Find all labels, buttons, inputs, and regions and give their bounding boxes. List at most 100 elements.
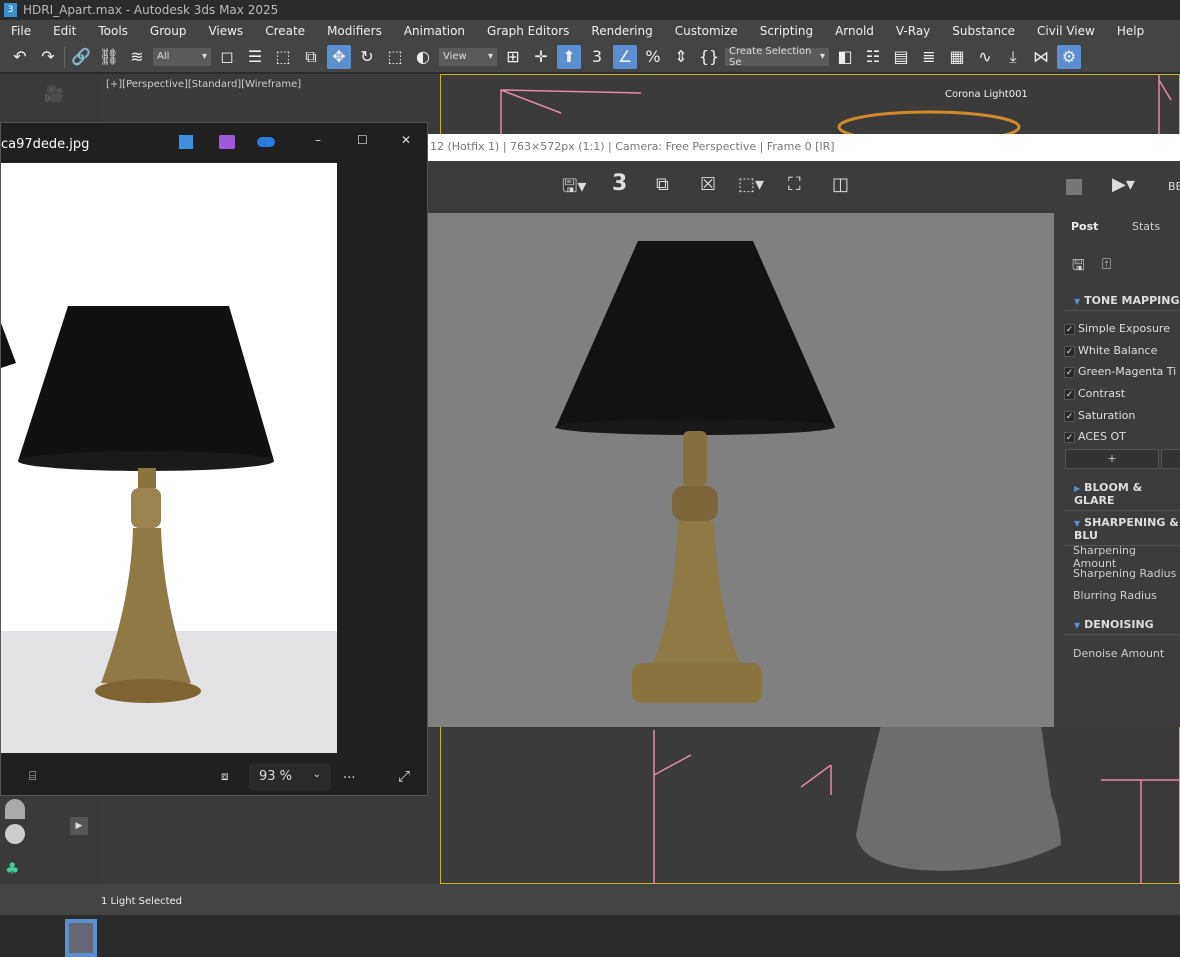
operator-simple-exposure[interactable]: ✓ Simple Exposure bbox=[1064, 322, 1170, 335]
load-preset-icon[interactable]: ⍐ bbox=[1102, 255, 1111, 273]
operator-white-balance[interactable]: ✓ White Balance bbox=[1064, 344, 1157, 357]
tab-post[interactable]: Post bbox=[1071, 220, 1098, 233]
mirror-icon[interactable]: ◧ bbox=[833, 45, 857, 69]
status-bar: 1 Light Selected bbox=[0, 884, 1180, 915]
layer-explorer-icon[interactable]: ≣ bbox=[917, 45, 941, 69]
scale-icon[interactable]: ⬚ bbox=[383, 45, 407, 69]
unlink-icon[interactable]: ⛓ bbox=[97, 45, 121, 69]
operator-contrast[interactable]: ✓ Contrast bbox=[1064, 387, 1125, 400]
menu-v-ray[interactable]: V-Ray bbox=[885, 24, 941, 38]
menu-group[interactable]: Group bbox=[139, 24, 198, 38]
spinner-snap-icon[interactable]: ⇕ bbox=[669, 45, 693, 69]
more-button[interactable]: ... bbox=[343, 767, 355, 782]
save-preset-icon[interactable]: 🖫 bbox=[1072, 255, 1085, 280]
select-object-icon[interactable]: ◻ bbox=[215, 45, 239, 69]
clear-icon[interactable]: ☒ bbox=[700, 174, 716, 195]
select-by-name-icon[interactable]: ☰ bbox=[243, 45, 267, 69]
pivot-center-icon[interactable]: ⊞ bbox=[501, 45, 525, 69]
schematic-view-icon[interactable]: ⋈ bbox=[1029, 45, 1053, 69]
render-setup-icon[interactable]: ⚙ bbox=[1057, 44, 1081, 69]
dome-icon[interactable] bbox=[5, 799, 25, 819]
menu-help[interactable]: Help bbox=[1106, 24, 1155, 38]
trees-icon[interactable]: ♣ bbox=[5, 859, 19, 878]
channel-3-icon[interactable]: 3 bbox=[612, 171, 627, 196]
menu-create[interactable]: Create bbox=[254, 24, 316, 38]
focus-icon[interactable]: ⛶ bbox=[788, 174, 801, 195]
menu-rendering[interactable]: Rendering bbox=[580, 24, 663, 38]
add-operator-button[interactable]: + bbox=[1065, 449, 1159, 469]
minimize-button[interactable]: – bbox=[315, 133, 321, 147]
snap-toggle-icon[interactable]: 3 bbox=[585, 45, 609, 69]
remove-operator-button[interactable] bbox=[1161, 449, 1180, 469]
ribbon-icon[interactable]: ▦ bbox=[945, 45, 969, 69]
align-icon[interactable]: ☷ bbox=[861, 45, 885, 69]
operator-saturation[interactable]: ✓ Saturation bbox=[1064, 409, 1135, 422]
bind-space-warp-icon[interactable]: ≋ bbox=[125, 45, 149, 69]
angle-snap-icon[interactable]: ∠ bbox=[613, 44, 637, 69]
close-button[interactable]: ✕ bbox=[401, 133, 411, 147]
ocr-icon[interactable]: ⌸ bbox=[29, 769, 36, 784]
edit-named-selection-icon[interactable]: {} bbox=[697, 45, 721, 69]
fit-icon[interactable]: ⧈ bbox=[221, 769, 229, 784]
param-blurring-radius: Blurring Radius bbox=[1073, 589, 1157, 602]
rotate-icon[interactable]: ↻ bbox=[355, 45, 379, 69]
section-denoising[interactable]: ▼ DENOISING bbox=[1064, 616, 1180, 635]
viewport-thumbnail[interactable] bbox=[65, 919, 97, 957]
onedrive-icon[interactable] bbox=[257, 137, 275, 147]
post-panel: Post Stats 🖫 ⍐ ▼ TONE MAPPING ✓ Simple Exp… bbox=[1054, 213, 1180, 727]
menu-substance[interactable]: Substance bbox=[941, 24, 1026, 38]
operator-aces-ot[interactable]: ✓ ACES OT bbox=[1064, 430, 1126, 443]
undo-icon[interactable]: ↶ bbox=[8, 45, 32, 69]
menu-scripting[interactable]: Scripting bbox=[749, 24, 824, 38]
dope-sheet-icon[interactable]: ⤓ bbox=[1001, 45, 1025, 69]
compare-icon[interactable]: ◫ bbox=[832, 174, 849, 195]
stop-icon[interactable] bbox=[1066, 179, 1082, 195]
app-icon: 3 bbox=[4, 3, 17, 17]
maximize-button[interactable]: ☐ bbox=[357, 133, 368, 147]
section-bloom-glare[interactable]: ▶ BLOOM & GLARE bbox=[1064, 479, 1180, 511]
zoom-dropdown[interactable]: 93 % ⌄ bbox=[249, 763, 331, 791]
region-icon[interactable]: ⬚▾ bbox=[738, 174, 764, 195]
fullscreen-icon[interactable]: ⤢ bbox=[398, 767, 410, 785]
play-small-icon[interactable]: ▶ bbox=[70, 817, 88, 835]
menu-edit[interactable]: Edit bbox=[42, 24, 87, 38]
tab-stats[interactable]: Stats bbox=[1132, 220, 1160, 233]
zoom-value: 93 % bbox=[259, 769, 293, 784]
reference-coordinate-dropdown[interactable]: View ▾ bbox=[439, 47, 497, 66]
move-icon[interactable]: ✥ bbox=[327, 44, 351, 69]
rect-selection-icon[interactable]: ⬚ bbox=[271, 45, 295, 69]
title-bar: 3 HDRI_Apart.max - Autodesk 3ds Max 2025 bbox=[0, 0, 1180, 20]
camera-icon[interactable]: 🎥 bbox=[44, 84, 64, 103]
clipchamp-icon[interactable] bbox=[219, 135, 235, 149]
aperture-icon[interactable] bbox=[5, 824, 25, 844]
render-play-icon[interactable]: ▶▾ bbox=[1112, 174, 1135, 195]
select-manipulate-icon[interactable]: ✛ bbox=[529, 45, 553, 69]
section-tone-mapping[interactable]: ▼ TONE MAPPING bbox=[1064, 292, 1180, 311]
section-sharpening-blur[interactable]: ▼ SHARPENING & BLU bbox=[1064, 514, 1180, 546]
placement-icon[interactable]: ◐ bbox=[411, 45, 435, 69]
selection-filter-dropdown[interactable]: All ▾ bbox=[153, 47, 211, 66]
menu-civil-view[interactable]: Civil View bbox=[1026, 24, 1106, 38]
menu-file[interactable]: File bbox=[0, 24, 42, 38]
menu-graph-editors[interactable]: Graph Editors bbox=[476, 24, 580, 38]
edit-image-icon[interactable] bbox=[179, 135, 193, 149]
menu-tools[interactable]: Tools bbox=[87, 24, 139, 38]
copy-icon[interactable]: ⧉ bbox=[656, 174, 669, 195]
curve-editor-icon[interactable]: ∿ bbox=[973, 45, 997, 69]
redo-icon[interactable]: ↷ bbox=[36, 45, 60, 69]
menu-customize[interactable]: Customize bbox=[664, 24, 749, 38]
menu-animation[interactable]: Animation bbox=[393, 24, 476, 38]
named-selection-set-dropdown[interactable]: Create Selection Se ▾ bbox=[725, 46, 829, 68]
link-icon[interactable]: 🔗 bbox=[69, 45, 93, 69]
window-crossing-icon[interactable]: ⧉ bbox=[299, 45, 323, 69]
viewport-label[interactable]: [+][Perspective][Standard][Wireframe] bbox=[106, 79, 301, 90]
menu-arnold[interactable]: Arnold bbox=[824, 24, 885, 38]
render-window-title: 12 (Hotfix 1) | 763×572px (1:1) | Camera… bbox=[428, 134, 1180, 161]
percent-snap-icon[interactable]: % bbox=[641, 45, 665, 69]
operator-green-magenta[interactable]: ✓ Green-Magenta Ti bbox=[1064, 365, 1176, 378]
menu-views[interactable]: Views bbox=[197, 24, 254, 38]
save-icon[interactable]: 🖫▾ bbox=[562, 174, 586, 204]
menu-modifiers[interactable]: Modifiers bbox=[316, 24, 393, 38]
keyboard-shortcut-override-icon[interactable]: ⬆ bbox=[557, 44, 581, 69]
scene-explorer-icon[interactable]: ▤ bbox=[889, 45, 913, 69]
